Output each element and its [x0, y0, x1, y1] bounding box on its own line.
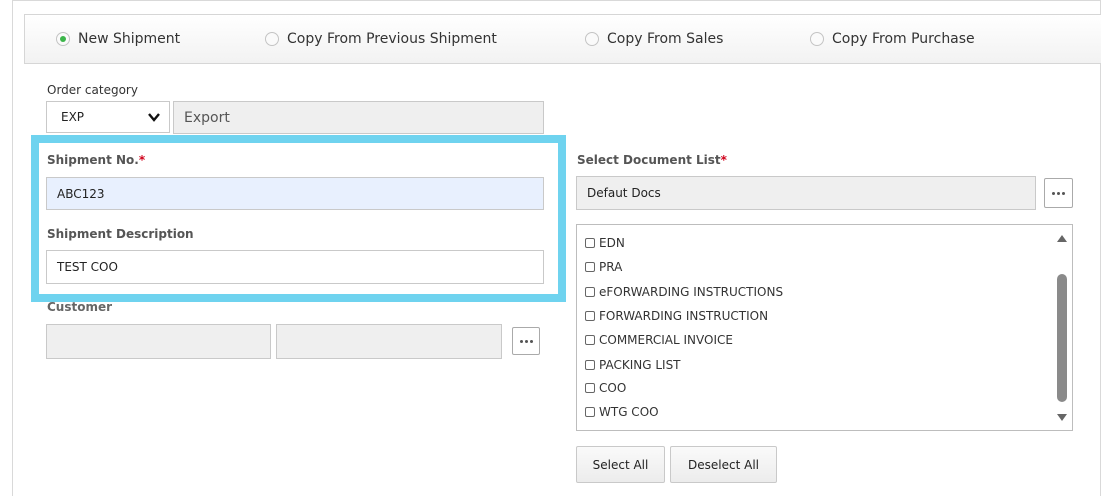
radio-copy-from-purchase[interactable]: Copy From Purchase — [810, 15, 975, 63]
checkbox[interactable] — [585, 407, 595, 417]
order-category-description: Export — [173, 101, 544, 134]
required-marker: * — [720, 153, 727, 167]
checkbox[interactable] — [585, 311, 595, 321]
document-item-label: PRA — [599, 260, 623, 274]
scroll-up-icon[interactable] — [1057, 235, 1067, 242]
customer-code-input[interactable] — [46, 324, 271, 359]
shipment-mode-bar: New Shipment Copy From Previous Shipment… — [24, 14, 1101, 64]
checkbox[interactable] — [585, 262, 595, 272]
radio-new-shipment[interactable]: New Shipment — [56, 15, 180, 63]
document-item-label: WTG COO — [599, 405, 659, 419]
customer-lookup-button[interactable] — [512, 327, 540, 355]
more-dot-icon — [529, 339, 533, 343]
document-item[interactable]: WTG COO — [585, 405, 659, 419]
radio-unselected-icon — [585, 32, 599, 46]
document-item[interactable]: eFORWARDING INSTRUCTIONS — [585, 285, 783, 299]
radio-new-shipment-label: New Shipment — [78, 31, 181, 47]
checkbox[interactable] — [585, 335, 595, 345]
document-checklist[interactable]: EDN PRA eFORWARDING INSTRUCTIONS FORWARD… — [576, 224, 1073, 431]
document-item[interactable]: COMMERCIAL INVOICE — [585, 333, 733, 347]
select-all-button[interactable]: Select All — [576, 446, 665, 483]
checkbox[interactable] — [585, 360, 595, 370]
document-item[interactable]: PRA — [585, 260, 622, 274]
document-list-select[interactable]: Defaut Docs — [576, 176, 1036, 210]
document-list-value: Defaut Docs — [587, 186, 661, 200]
checkbox[interactable] — [585, 287, 595, 297]
order-category-value: EXP — [61, 110, 85, 124]
more-dot-icon — [1052, 191, 1055, 195]
more-dot-icon — [1057, 191, 1060, 195]
order-category-description-text: Export — [184, 109, 230, 126]
document-item-label: COMMERCIAL INVOICE — [599, 333, 733, 347]
customer-name-input[interactable] — [276, 324, 502, 359]
document-list-label-text: Select Document List — [577, 153, 721, 167]
radio-selected-icon — [56, 32, 70, 46]
order-category-select[interactable]: EXP — [46, 101, 170, 133]
document-item[interactable]: COO — [585, 381, 626, 395]
order-category-label: Order category — [47, 83, 138, 97]
checkbox[interactable] — [585, 383, 595, 393]
document-item[interactable]: PACKING LIST — [585, 358, 681, 372]
document-item[interactable]: EDN — [585, 236, 625, 250]
radio-copy-purchase-label: Copy From Purchase — [832, 31, 975, 47]
document-item-label: eFORWARDING INSTRUCTIONS — [599, 285, 784, 299]
checkbox[interactable] — [585, 238, 595, 248]
document-item-label: EDN — [599, 236, 625, 250]
document-item-label: COO — [599, 381, 627, 395]
radio-copy-sales-label: Copy From Sales — [607, 31, 724, 47]
radio-copy-previous-label: Copy From Previous Shipment — [287, 31, 497, 47]
deselect-all-button[interactable]: Deselect All — [670, 446, 777, 483]
more-dot-icon — [519, 339, 523, 343]
scrollbar-thumb[interactable] — [1057, 274, 1067, 402]
document-item-label: PACKING LIST — [599, 358, 681, 372]
document-list-lookup-button[interactable] — [1044, 178, 1073, 208]
radio-unselected-icon — [810, 32, 824, 46]
document-item[interactable]: FORWARDING INSTRUCTION — [585, 309, 768, 323]
more-dot-icon — [524, 339, 528, 343]
radio-copy-previous-shipment[interactable]: Copy From Previous Shipment — [265, 15, 497, 63]
chevron-down-icon — [148, 113, 160, 122]
radio-unselected-icon — [265, 32, 279, 46]
more-dot-icon — [1062, 191, 1065, 195]
document-list-label: Select Document List* — [577, 153, 727, 167]
scroll-down-icon[interactable] — [1057, 414, 1067, 421]
highlight-box — [31, 135, 566, 302]
radio-copy-from-sales[interactable]: Copy From Sales — [585, 15, 723, 63]
customer-label: Customer — [47, 300, 113, 314]
document-item-label: FORWARDING INSTRUCTION — [599, 309, 769, 323]
